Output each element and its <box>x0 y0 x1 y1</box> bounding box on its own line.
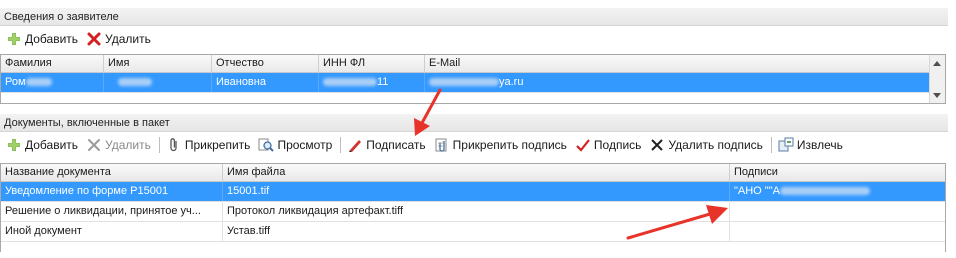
attach-label: Прикрепить <box>184 138 251 152</box>
extract-button[interactable]: Извлечь <box>778 137 843 153</box>
magnifier-icon <box>258 137 275 153</box>
cell-document-name: Уведомление по форме Р15001 <box>1 182 223 201</box>
plus-icon <box>6 31 22 47</box>
pen-icon <box>347 137 363 153</box>
extract-label: Извлечь <box>796 138 843 152</box>
signature-button[interactable]: Подпись <box>575 137 642 153</box>
cell-inn: 11 <box>319 73 425 92</box>
toolbar-separator <box>770 137 772 153</box>
delete-signature-label: Удалить подпись <box>668 138 763 152</box>
col-header-email[interactable]: E-Mail <box>425 55 929 72</box>
redaction <box>323 78 377 87</box>
cell-signatures-text: "АНО ""А <box>734 185 780 197</box>
cell-patronymic: Ивановна <box>212 73 319 92</box>
col-header-document-name[interactable]: Название документа <box>1 164 223 181</box>
applicant-delete-button[interactable]: Удалить <box>86 31 151 47</box>
cell-email-suffix: ya.ru <box>499 76 524 88</box>
col-header-file-name[interactable]: Имя файла <box>223 164 730 181</box>
applicant-grid-header: Фамилия Имя Отчество ИНН ФЛ E-Mail <box>1 55 945 73</box>
attach-button[interactable]: Прикрепить <box>166 137 251 153</box>
documents-delete-button[interactable]: Удалить <box>86 137 151 153</box>
checkmark-icon <box>575 137 591 153</box>
toolbar-separator <box>340 137 342 153</box>
cell-file-name: Протокол ликвидация артефакт.tiff <box>223 202 730 221</box>
cell-lastname: Ром <box>1 73 104 92</box>
view-button[interactable]: Просмотр <box>258 137 332 153</box>
documents-add-button[interactable]: Добавить <box>6 137 78 153</box>
applicant-delete-label: Удалить <box>105 32 151 46</box>
redaction <box>25 78 52 87</box>
col-header-inn[interactable]: ИНН ФЛ <box>319 55 425 72</box>
applicant-section-header: Сведения о заявителе <box>0 8 948 26</box>
paperclip-icon <box>166 137 182 153</box>
document-row[interactable]: Иной документ Устав.tiff <box>1 222 945 242</box>
documents-section-header: Документы, включенные в пакет <box>0 114 948 132</box>
cell-firstname <box>104 73 212 92</box>
documents-delete-label: Удалить <box>105 138 151 152</box>
sign-label: Подписать <box>366 138 426 152</box>
col-header-lastname[interactable]: Фамилия <box>1 55 104 72</box>
black-x-icon <box>649 137 665 153</box>
applicant-section-title: Сведения о заявителе <box>4 11 119 23</box>
attach-signature-label: Прикрепить подпись <box>452 138 567 152</box>
documents-section-title: Документы, включенные в пакет <box>4 117 170 129</box>
applicant-add-label: Добавить <box>25 32 79 46</box>
red-x-icon <box>86 31 102 47</box>
document-row[interactable]: Уведомление по форме Р15001 15001.tif "А… <box>1 182 945 202</box>
redaction <box>779 187 870 196</box>
col-header-signatures[interactable]: Подписи <box>730 164 945 181</box>
applicant-scrollbar[interactable] <box>929 55 945 103</box>
cell-email: ya.ru <box>425 73 929 92</box>
extract-icon <box>778 137 794 153</box>
view-label: Просмотр <box>277 138 333 152</box>
document-row[interactable]: Решение о ликвидации, принятое уч... Про… <box>1 202 945 222</box>
cell-document-name: Решение о ликвидации, принятое уч... <box>1 202 223 221</box>
cell-signatures <box>730 202 945 221</box>
col-header-firstname[interactable]: Имя <box>104 55 212 72</box>
cell-inn-suffix: 11 <box>377 76 389 88</box>
cell-file-name: 15001.tif <box>223 182 730 201</box>
documents-toolbar: Добавить Удалить Прикрепить Просмотр Под… <box>0 134 948 156</box>
cell-document-name: Иной документ <box>1 222 223 241</box>
applicant-row[interactable]: Ром Ивановна 11 ya.ru <box>1 73 945 93</box>
cell-signatures <box>730 222 945 241</box>
scroll-down-icon[interactable] <box>933 93 941 98</box>
cell-file-name: Устав.tiff <box>223 222 730 241</box>
delete-signature-button[interactable]: Удалить подпись <box>649 137 763 153</box>
applicant-add-button[interactable]: Добавить <box>6 31 78 47</box>
col-header-patronymic[interactable]: Отчество <box>212 55 319 72</box>
plus-icon <box>6 137 22 153</box>
toolbar-separator <box>158 137 160 153</box>
documents-grid: Название документа Имя файла Подписи Уве… <box>0 163 946 252</box>
sign-button[interactable]: Подписать <box>347 137 426 153</box>
attach-signature-button[interactable]: Прикрепить подпись <box>434 137 567 153</box>
signature-attach-icon <box>434 137 450 153</box>
scroll-up-icon[interactable] <box>933 61 941 66</box>
documents-grid-header: Название документа Имя файла Подписи <box>1 164 945 182</box>
redaction <box>429 78 499 87</box>
gray-x-icon <box>86 137 102 153</box>
cell-signatures: "АНО ""А <box>730 182 945 201</box>
applicant-grid: Фамилия Имя Отчество ИНН ФЛ E-Mail Ром И… <box>0 54 946 104</box>
signature-label: Подпись <box>593 138 642 152</box>
applicant-toolbar: Добавить Удалить <box>0 28 948 50</box>
redaction <box>118 78 152 87</box>
cell-lastname-text: Ром <box>5 76 26 88</box>
documents-add-label: Добавить <box>25 138 79 152</box>
